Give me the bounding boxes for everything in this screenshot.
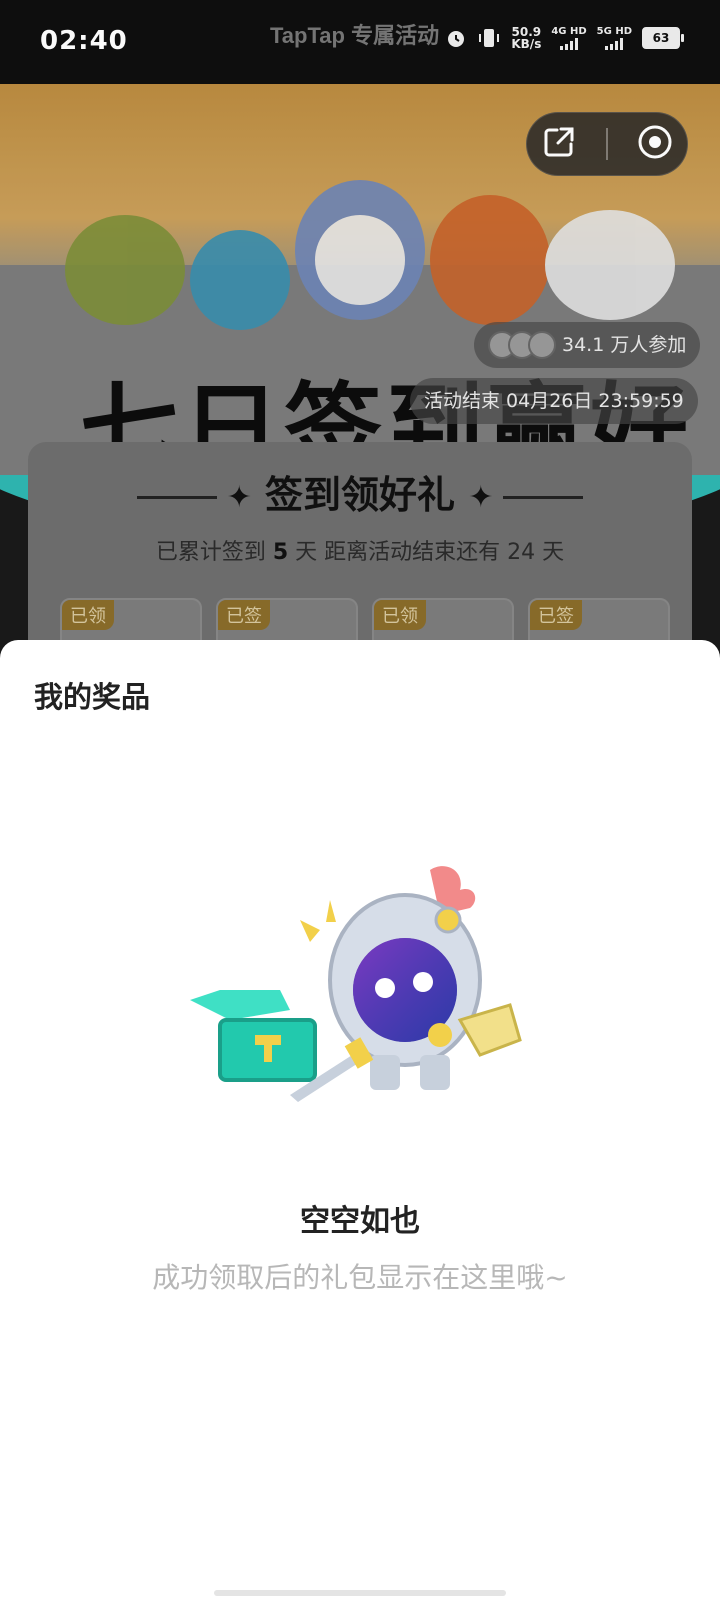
sheet-title: 我的奖品 bbox=[34, 680, 151, 714]
knight-mascot-icon bbox=[290, 866, 522, 1102]
home-indicator[interactable] bbox=[214, 1590, 506, 1596]
empty-knight-illustration bbox=[190, 866, 522, 1102]
treasure-chest-icon bbox=[190, 990, 317, 1082]
my-prizes-sheet: 我的奖品 空空如也 成功领取后的礼包显示在这里哦~ bbox=[0, 640, 720, 1600]
empty-state-title: 空空如也 bbox=[300, 1204, 420, 1239]
empty-state-description: 成功领取后的礼包显示在这里哦~ bbox=[152, 1261, 568, 1294]
